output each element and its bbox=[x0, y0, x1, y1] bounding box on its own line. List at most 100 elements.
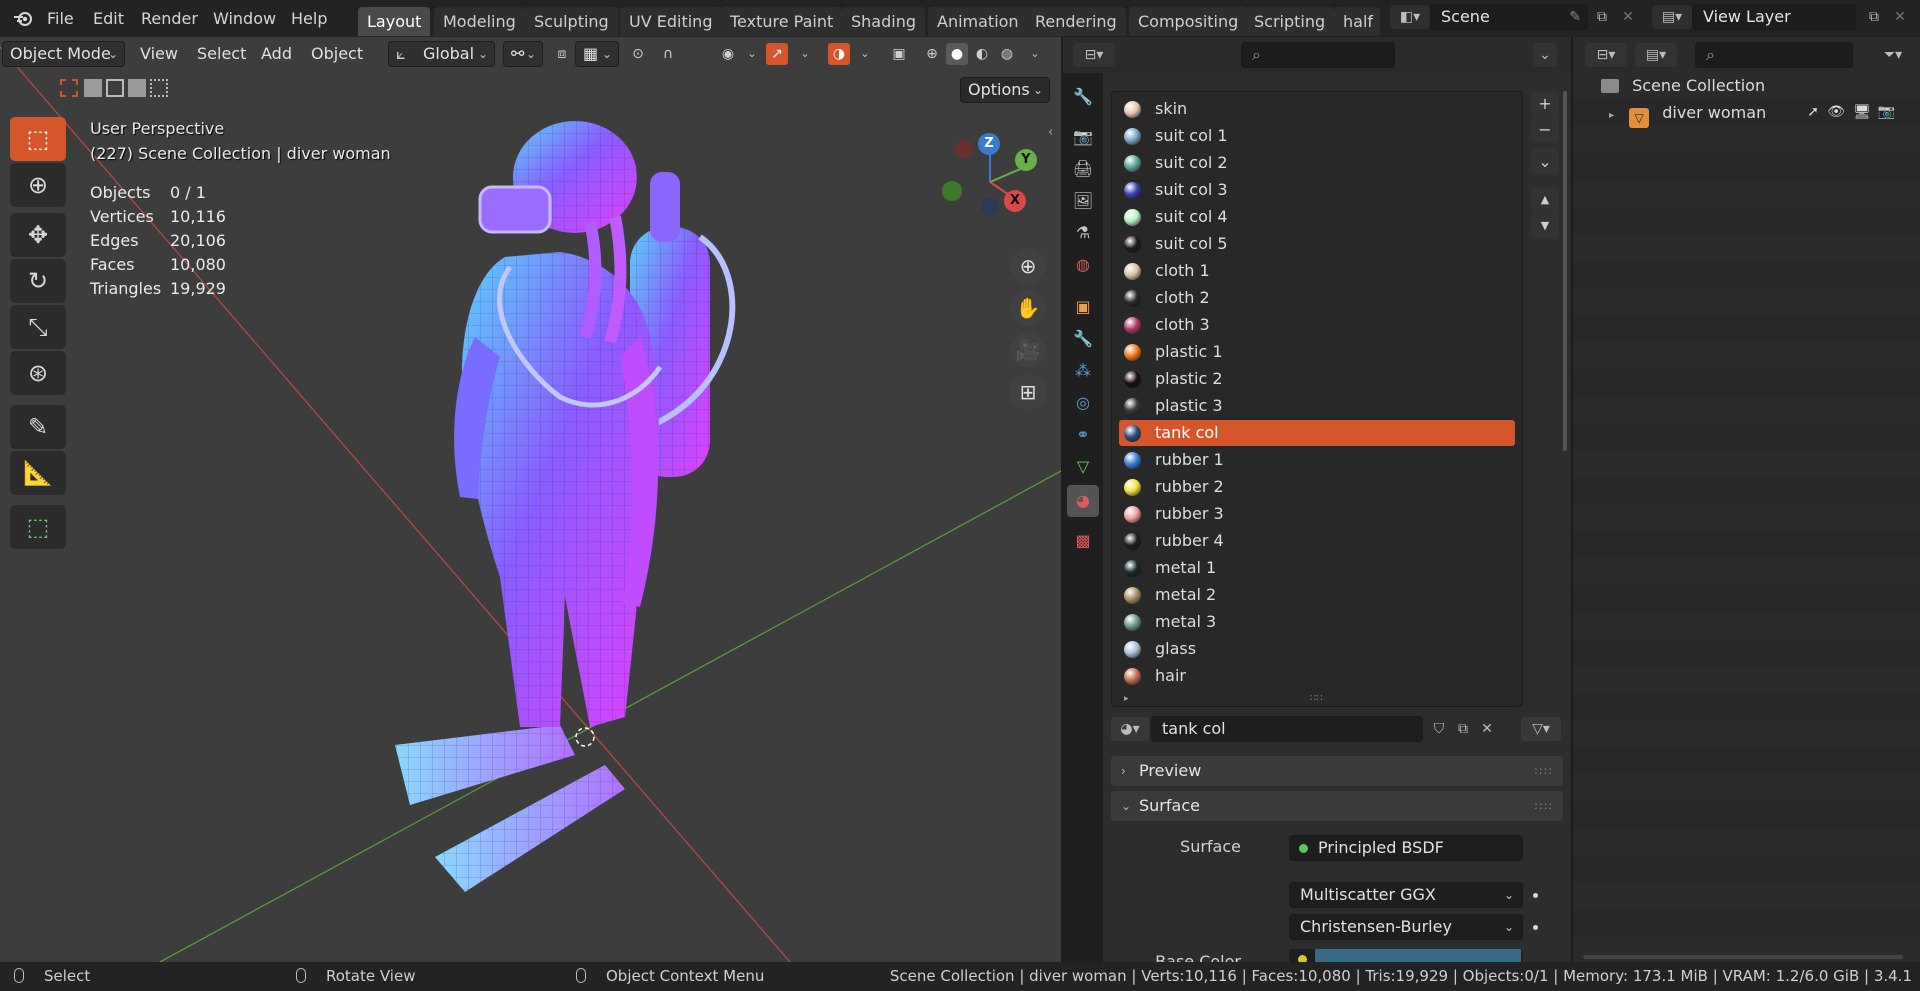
menu-window[interactable]: Window bbox=[213, 0, 276, 37]
snap-target-dropdown[interactable]: ▦ ⌄ bbox=[575, 41, 619, 67]
menu-view[interactable]: View bbox=[132, 41, 186, 67]
fake-user-icon[interactable]: ⛉ bbox=[1427, 717, 1451, 741]
texture-tab-icon[interactable]: ▩ bbox=[1067, 525, 1099, 557]
list-expand-icon[interactable]: ▸ bbox=[1124, 694, 1129, 704]
menu-select[interactable]: Select bbox=[189, 41, 254, 67]
gizmo-neg-x-axis[interactable] bbox=[955, 140, 973, 158]
surface-panel-header[interactable]: ⌄ Surface :::: bbox=[1111, 791, 1563, 821]
material-slot-row[interactable]: skin bbox=[1119, 96, 1515, 122]
mode-dropdown[interactable]: Object Mode ⌄ bbox=[2, 41, 125, 67]
base-color-field[interactable] bbox=[1289, 949, 1523, 962]
tab-compositing[interactable]: Compositing bbox=[1129, 7, 1248, 36]
gizmo-y-axis[interactable]: Y bbox=[1015, 149, 1037, 171]
menu-help[interactable]: Help bbox=[291, 0, 327, 37]
material-slot-row[interactable]: suit col 1 bbox=[1119, 123, 1515, 149]
gizmo-x-axis[interactable]: X bbox=[1004, 190, 1026, 212]
tab-layout[interactable]: Layout bbox=[358, 7, 431, 36]
gizmo-neg-y-axis[interactable] bbox=[942, 181, 962, 201]
filter-icon[interactable]: ⏷▾ bbox=[1873, 43, 1913, 67]
visibility-chevron-icon[interactable]: ⌄ bbox=[741, 43, 763, 65]
menu-edit[interactable]: Edit bbox=[93, 0, 124, 37]
unlink-material-icon[interactable]: ✕ bbox=[1475, 717, 1499, 741]
material-slot-row[interactable]: metal 3 bbox=[1119, 609, 1515, 635]
display-mode-icon[interactable]: ▤▾ bbox=[1635, 43, 1677, 67]
properties-scrollbar[interactable] bbox=[1563, 91, 1567, 451]
tool-tab-icon[interactable]: 🔧 bbox=[1067, 81, 1099, 113]
overlay-toggle-icon[interactable]: ◑ bbox=[828, 43, 850, 65]
tab-shading[interactable]: Shading bbox=[842, 7, 925, 36]
keyframe-dot-icon[interactable] bbox=[1533, 925, 1538, 930]
menu-object[interactable]: Object bbox=[303, 41, 371, 67]
material-slot-row[interactable]: metal 1 bbox=[1119, 555, 1515, 581]
outliner-row-scene-collection[interactable]: Scene Collection bbox=[1601, 72, 1765, 99]
view-layer-browse-icon[interactable]: ▤▾ bbox=[1652, 5, 1692, 29]
remove-slot-button[interactable]: − bbox=[1531, 117, 1559, 143]
keyframe-dot-icon[interactable] bbox=[1533, 893, 1538, 898]
solid-shading-icon[interactable]: ● bbox=[946, 43, 968, 65]
menu-add[interactable]: Add bbox=[253, 41, 300, 67]
viewport-display-icon[interactable]: 🖥 bbox=[1853, 99, 1871, 126]
render-camera-icon[interactable]: 📷 bbox=[1878, 99, 1895, 126]
proportional-edit-icon[interactable]: ⊙ bbox=[627, 43, 649, 65]
material-tab-icon[interactable]: ◕ bbox=[1067, 485, 1099, 517]
view-layer-tab-icon[interactable]: 🖼 bbox=[1067, 185, 1099, 217]
material-slot-row[interactable]: hair bbox=[1119, 663, 1515, 689]
3d-viewport[interactable]: Object Mode ⌄ View Select Add Object ⟀ Gl… bbox=[0, 37, 1061, 962]
material-slot-row[interactable]: rubber 3 bbox=[1119, 501, 1515, 527]
view-layer-field[interactable]: View Layer bbox=[1692, 4, 1856, 30]
new-material-icon[interactable]: ⧉ bbox=[1451, 717, 1475, 741]
select-box-tool-icon[interactable]: ⬚ bbox=[10, 117, 66, 161]
tab-sculpting[interactable]: Sculpting bbox=[525, 7, 618, 36]
gizmo-z-axis[interactable]: Z bbox=[978, 133, 1000, 155]
gizmo-neg-z-axis[interactable] bbox=[981, 198, 999, 216]
base-color-swatch[interactable] bbox=[1315, 949, 1521, 962]
select-mode-new-icon[interactable] bbox=[60, 79, 78, 97]
subsurface-method-dropdown[interactable]: Christensen-Burley ⌄ bbox=[1289, 914, 1523, 940]
tab-half[interactable]: half bbox=[1334, 7, 1380, 36]
browse-material-icon[interactable]: ◕▾ bbox=[1111, 717, 1149, 741]
menu-file[interactable]: File bbox=[47, 0, 74, 37]
surface-shader-field[interactable]: Principled BSDF bbox=[1289, 835, 1523, 861]
tab-scripting[interactable]: Scripting bbox=[1245, 7, 1335, 36]
scene-name-field[interactable]: Scene ✎ bbox=[1430, 4, 1588, 30]
properties-search-field[interactable]: ⌕ bbox=[1241, 42, 1395, 68]
panel-grip-icon[interactable]: :::: bbox=[1534, 791, 1553, 821]
slot-specials-button[interactable]: ⌄ bbox=[1531, 149, 1559, 175]
tab-uv-editing[interactable]: UV Editing bbox=[620, 7, 722, 36]
select-mode-subtract-icon[interactable] bbox=[106, 79, 124, 97]
pin-icon[interactable]: ✎ bbox=[1569, 5, 1581, 29]
zoom-icon[interactable]: ⊕ bbox=[1010, 248, 1046, 284]
material-slot-row[interactable]: cloth 2 bbox=[1119, 285, 1515, 311]
transform-tool-icon[interactable]: ⊛ bbox=[10, 351, 66, 395]
add-cube-tool-icon[interactable]: ⬚ bbox=[10, 505, 66, 549]
selectable-icon[interactable]: ➚ bbox=[1807, 99, 1819, 126]
outliner-row-diver-woman[interactable]: ▸ ▽ diver woman ➚ 👁 🖥 📷 bbox=[1609, 99, 1919, 128]
delete-scene-icon[interactable]: ✕ bbox=[1616, 5, 1640, 29]
material-slot-row[interactable]: suit col 2 bbox=[1119, 150, 1515, 176]
sidebar-toggle-icon[interactable]: ‹ bbox=[1048, 125, 1053, 140]
material-slot-row[interactable]: rubber 1 bbox=[1119, 447, 1515, 473]
material-slot-row[interactable]: suit col 3 bbox=[1119, 177, 1515, 203]
tab-modeling[interactable]: Modeling bbox=[434, 7, 525, 36]
output-tab-icon[interactable]: 🖨 bbox=[1067, 153, 1099, 185]
constraints-tab-icon[interactable]: ⚭ bbox=[1067, 419, 1099, 451]
blender-logo-icon[interactable] bbox=[12, 0, 34, 37]
list-resize-grip[interactable]: ∷∷ bbox=[1310, 693, 1323, 704]
scene-browse-icon[interactable]: ◧▾ bbox=[1390, 5, 1430, 29]
material-slot-row[interactable]: plastic 2 bbox=[1119, 366, 1515, 392]
new-scene-icon[interactable]: ⧉ bbox=[1590, 5, 1614, 29]
material-slot-row[interactable]: cloth 3 bbox=[1119, 312, 1515, 338]
material-slot-row[interactable]: plastic 1 bbox=[1119, 339, 1515, 365]
visibility-icon[interactable]: ◉ bbox=[717, 43, 739, 65]
material-slot-row[interactable]: suit col 5 bbox=[1119, 231, 1515, 257]
tab-texture-paint[interactable]: Texture Paint bbox=[721, 7, 843, 36]
transform-orientation-dropdown[interactable]: ⟀ Global ⌄ bbox=[388, 41, 495, 67]
menu-render[interactable]: Render bbox=[141, 0, 198, 37]
overlay-chevron-icon[interactable]: ⌄ bbox=[854, 43, 876, 65]
data-tab-icon[interactable]: ▽ bbox=[1067, 451, 1099, 483]
delete-view-layer-icon[interactable]: ✕ bbox=[1888, 5, 1912, 29]
visibility-eye-icon[interactable]: 👁 bbox=[1827, 99, 1845, 126]
distribution-dropdown[interactable]: Multiscatter GGX ⌄ bbox=[1289, 882, 1523, 908]
material-slot-list[interactable]: skin suit col 1 suit col 2 suit col 3 suit c… bbox=[1111, 91, 1523, 707]
object-tab-icon[interactable]: ▣ bbox=[1067, 291, 1099, 323]
